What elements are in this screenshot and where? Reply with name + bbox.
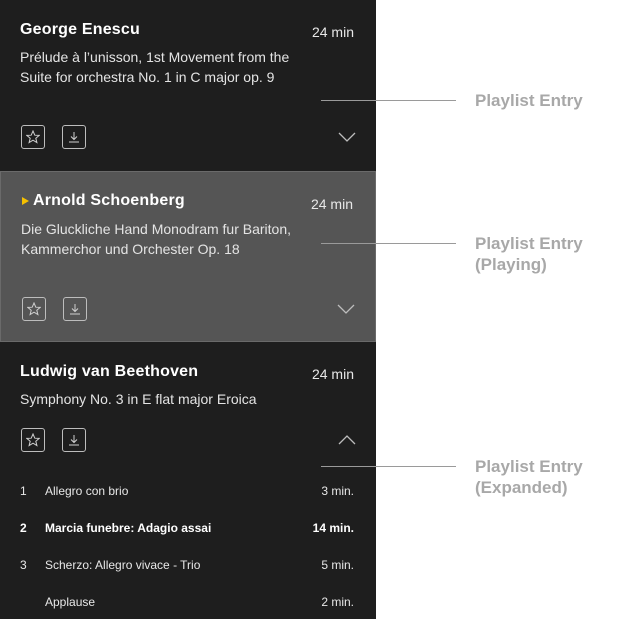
callout-line: [321, 100, 456, 101]
work-title: Die Gluckliche Hand Monodram fur Bariton…: [21, 221, 292, 257]
track-title: Allegro con brio: [45, 484, 129, 498]
work-title: Prélude à l’unisson, 1st Movement from t…: [20, 49, 290, 85]
track-title: Applause: [45, 595, 96, 609]
track-title: Scherzo: Allegro vivace - Trio: [45, 558, 201, 572]
track-title: Marcia funebre: Adagio assai: [45, 521, 212, 535]
callout-text: (Playing): [475, 255, 547, 274]
download-button[interactable]: [62, 125, 86, 149]
callout-label-playing: Playlist Entry (Playing): [475, 233, 583, 275]
favorite-button[interactable]: [21, 428, 45, 452]
download-icon: [70, 304, 80, 315]
download-button[interactable]: [63, 297, 87, 321]
track-number: 1: [20, 484, 27, 498]
chevron-down-icon[interactable]: [337, 304, 355, 314]
playlist-entry[interactable]: George Enescu 24 min Prélude à l’unisson…: [0, 0, 376, 171]
entry-duration: 24 min: [311, 24, 354, 40]
track-row-current[interactable]: 2 Marcia funebre: Adagio assai 14 min.: [0, 521, 376, 541]
callout-line: [321, 243, 456, 244]
chevron-down-icon[interactable]: [338, 132, 356, 142]
entry-duration: 24 min: [311, 366, 354, 382]
favorite-button[interactable]: [21, 125, 45, 149]
playlist-entry-expanded[interactable]: Ludwig van Beethoven 24 min Symphony No.…: [0, 342, 376, 619]
track-row[interactable]: Applause 2 min.: [0, 595, 376, 615]
track-row[interactable]: 1 Allegro con brio 3 min.: [0, 484, 376, 504]
composer-name: Ludwig van Beethoven: [20, 363, 199, 380]
callout-label-expanded: Playlist Entry (Expanded): [475, 456, 583, 498]
callout-text: Playlist Entry: [475, 91, 583, 110]
entry-duration: 24 min: [310, 196, 353, 212]
callout-text: Playlist Entry: [475, 457, 583, 476]
star-icon: [26, 130, 40, 144]
chevron-up-icon[interactable]: [338, 435, 356, 445]
callout-label-entry: Playlist Entry: [475, 90, 583, 111]
track-length: 3 min.: [321, 484, 354, 498]
callout-text: (Expanded): [475, 478, 568, 497]
favorite-button[interactable]: [22, 297, 46, 321]
track-length: 5 min.: [321, 558, 354, 572]
callout-text: Playlist Entry: [475, 234, 583, 253]
download-icon: [69, 132, 79, 143]
download-button[interactable]: [62, 428, 86, 452]
track-length: 14 min.: [312, 521, 354, 535]
star-icon: [26, 433, 40, 447]
track-length: 2 min.: [321, 595, 354, 609]
composer-name: Arnold Schoenberg: [33, 192, 185, 209]
composer-name: George Enescu: [20, 21, 140, 38]
star-icon: [27, 302, 41, 316]
work-title: Symphony No. 3 in E flat major Eroica: [20, 391, 257, 407]
callout-line: [321, 466, 456, 467]
track-number: 3: [20, 558, 27, 572]
download-icon: [69, 435, 79, 446]
playlist-entry-playing[interactable]: Arnold Schoenberg 24 min Die Gluckliche …: [0, 171, 376, 342]
playing-indicator-icon: [22, 197, 29, 205]
track-row[interactable]: 3 Scherzo: Allegro vivace - Trio 5 min.: [0, 558, 376, 578]
track-number: 2: [20, 521, 27, 535]
playlist-panel: George Enescu 24 min Prélude à l’unisson…: [0, 0, 376, 619]
